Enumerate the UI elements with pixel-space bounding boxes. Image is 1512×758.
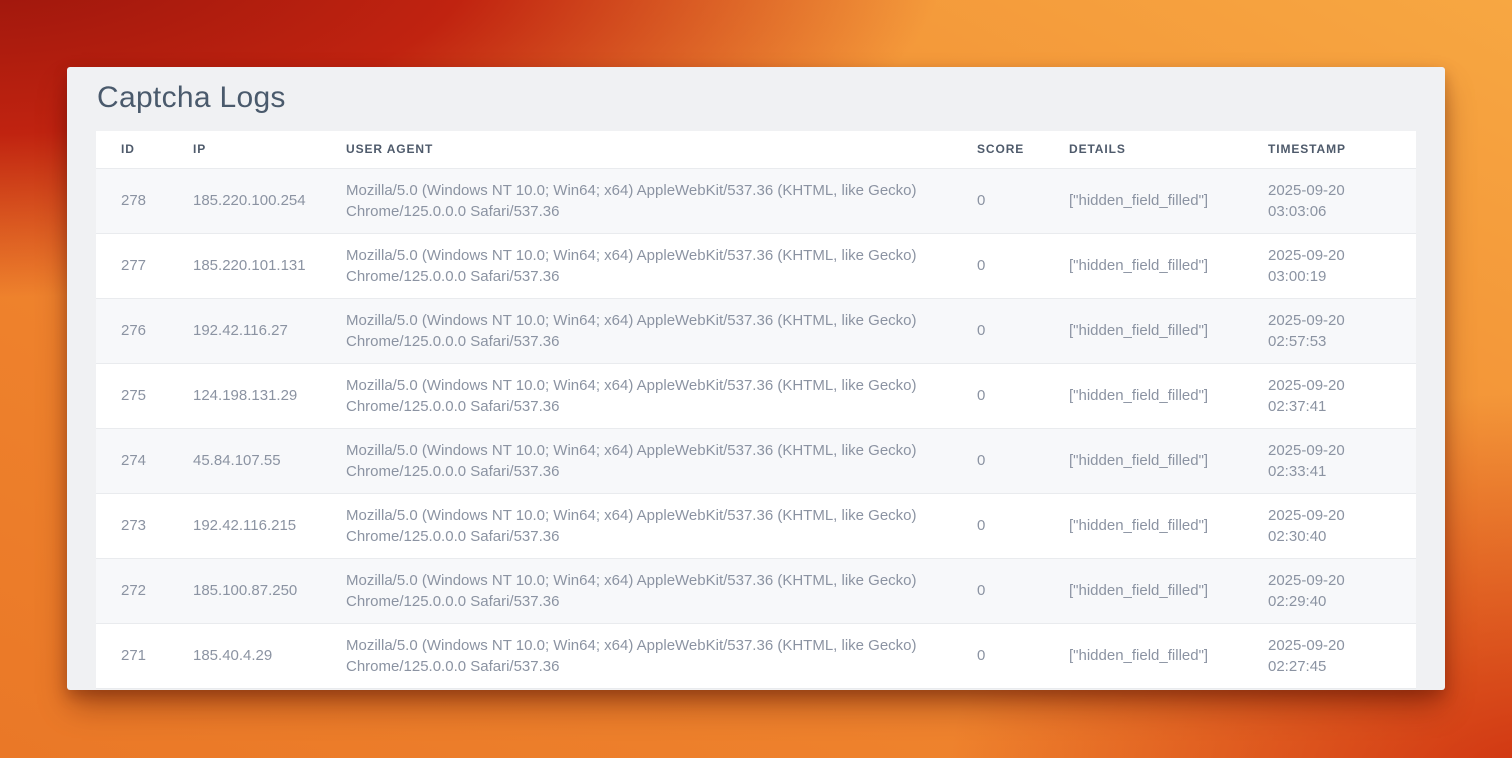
cell-score: 0 bbox=[977, 363, 1069, 428]
page-title: Captcha Logs bbox=[96, 67, 1416, 131]
cell-timestamp: 2025-09-20 02:37:41 bbox=[1268, 363, 1416, 428]
page-background: { "page": { "title": "Captcha Logs" }, "… bbox=[0, 0, 1512, 758]
cell-user-agent: Mozilla/5.0 (Windows NT 10.0; Win64; x64… bbox=[346, 623, 977, 688]
table-row: 276 192.42.116.27 Mozilla/5.0 (Windows N… bbox=[96, 298, 1416, 363]
cell-id: 271 bbox=[96, 623, 193, 688]
cell-id: 274 bbox=[96, 428, 193, 493]
cell-user-agent: Mozilla/5.0 (Windows NT 10.0; Win64; x64… bbox=[346, 558, 977, 623]
cell-details: ["hidden_field_filled"] bbox=[1069, 233, 1268, 298]
cell-score: 0 bbox=[977, 233, 1069, 298]
cell-id: 272 bbox=[96, 558, 193, 623]
captcha-logs-table: ID IP USER AGENT SCORE DETAILS TIMESTAMP… bbox=[96, 131, 1416, 689]
cell-score: 0 bbox=[977, 168, 1069, 233]
cell-timestamp: 2025-09-20 02:33:41 bbox=[1268, 428, 1416, 493]
cell-id: 275 bbox=[96, 363, 193, 428]
cell-id: 277 bbox=[96, 233, 193, 298]
cell-details: ["hidden_field_filled"] bbox=[1069, 558, 1268, 623]
cell-ip: 185.100.87.250 bbox=[193, 558, 346, 623]
cell-ip: 192.42.116.27 bbox=[193, 298, 346, 363]
cell-score: 0 bbox=[977, 558, 1069, 623]
cell-details: ["hidden_field_filled"] bbox=[1069, 168, 1268, 233]
cell-details: ["hidden_field_filled"] bbox=[1069, 298, 1268, 363]
table-row: 272 185.100.87.250 Mozilla/5.0 (Windows … bbox=[96, 558, 1416, 623]
cell-timestamp: 2025-09-20 02:30:40 bbox=[1268, 493, 1416, 558]
table-row: 274 45.84.107.55 Mozilla/5.0 (Windows NT… bbox=[96, 428, 1416, 493]
cell-ip: 45.84.107.55 bbox=[193, 428, 346, 493]
cell-timestamp: 2025-09-20 03:00:19 bbox=[1268, 233, 1416, 298]
cell-id: 278 bbox=[96, 168, 193, 233]
column-header-score: SCORE bbox=[977, 131, 1069, 168]
cell-user-agent: Mozilla/5.0 (Windows NT 10.0; Win64; x64… bbox=[346, 363, 977, 428]
table-row: 275 124.198.131.29 Mozilla/5.0 (Windows … bbox=[96, 363, 1416, 428]
cell-user-agent: Mozilla/5.0 (Windows NT 10.0; Win64; x64… bbox=[346, 233, 977, 298]
cell-ip: 192.42.116.215 bbox=[193, 493, 346, 558]
cell-ip: 124.198.131.29 bbox=[193, 363, 346, 428]
cell-id: 273 bbox=[96, 493, 193, 558]
cell-details: ["hidden_field_filled"] bbox=[1069, 363, 1268, 428]
cell-ip: 185.220.100.254 bbox=[193, 168, 346, 233]
cell-details: ["hidden_field_filled"] bbox=[1069, 623, 1268, 688]
cell-details: ["hidden_field_filled"] bbox=[1069, 493, 1268, 558]
column-header-details: DETAILS bbox=[1069, 131, 1268, 168]
cell-details: ["hidden_field_filled"] bbox=[1069, 428, 1268, 493]
table-header-row: ID IP USER AGENT SCORE DETAILS TIMESTAMP bbox=[96, 131, 1416, 168]
cell-user-agent: Mozilla/5.0 (Windows NT 10.0; Win64; x64… bbox=[346, 493, 977, 558]
table-header: ID IP USER AGENT SCORE DETAILS TIMESTAMP bbox=[96, 131, 1416, 168]
table-row: 277 185.220.101.131 Mozilla/5.0 (Windows… bbox=[96, 233, 1416, 298]
cell-score: 0 bbox=[977, 428, 1069, 493]
cell-id: 276 bbox=[96, 298, 193, 363]
cell-timestamp: 2025-09-20 02:27:45 bbox=[1268, 623, 1416, 688]
cell-timestamp: 2025-09-20 03:03:06 bbox=[1268, 168, 1416, 233]
cell-user-agent: Mozilla/5.0 (Windows NT 10.0; Win64; x64… bbox=[346, 428, 977, 493]
captcha-logs-card: Captcha Logs ID IP USER AGENT SCORE DETA… bbox=[67, 67, 1445, 690]
table-body: 278 185.220.100.254 Mozilla/5.0 (Windows… bbox=[96, 168, 1416, 688]
column-header-id: ID bbox=[96, 131, 193, 168]
table-row: 278 185.220.100.254 Mozilla/5.0 (Windows… bbox=[96, 168, 1416, 233]
cell-ip: 185.220.101.131 bbox=[193, 233, 346, 298]
cell-score: 0 bbox=[977, 493, 1069, 558]
cell-timestamp: 2025-09-20 02:57:53 bbox=[1268, 298, 1416, 363]
cell-ip: 185.40.4.29 bbox=[193, 623, 346, 688]
cell-timestamp: 2025-09-20 02:29:40 bbox=[1268, 558, 1416, 623]
cell-score: 0 bbox=[977, 298, 1069, 363]
cell-user-agent: Mozilla/5.0 (Windows NT 10.0; Win64; x64… bbox=[346, 298, 977, 363]
table-row: 273 192.42.116.215 Mozilla/5.0 (Windows … bbox=[96, 493, 1416, 558]
column-header-timestamp: TIMESTAMP bbox=[1268, 131, 1416, 168]
cell-score: 0 bbox=[977, 623, 1069, 688]
column-header-user-agent: USER AGENT bbox=[346, 131, 977, 168]
cell-user-agent: Mozilla/5.0 (Windows NT 10.0; Win64; x64… bbox=[346, 168, 977, 233]
table-row: 271 185.40.4.29 Mozilla/5.0 (Windows NT … bbox=[96, 623, 1416, 688]
column-header-ip: IP bbox=[193, 131, 346, 168]
